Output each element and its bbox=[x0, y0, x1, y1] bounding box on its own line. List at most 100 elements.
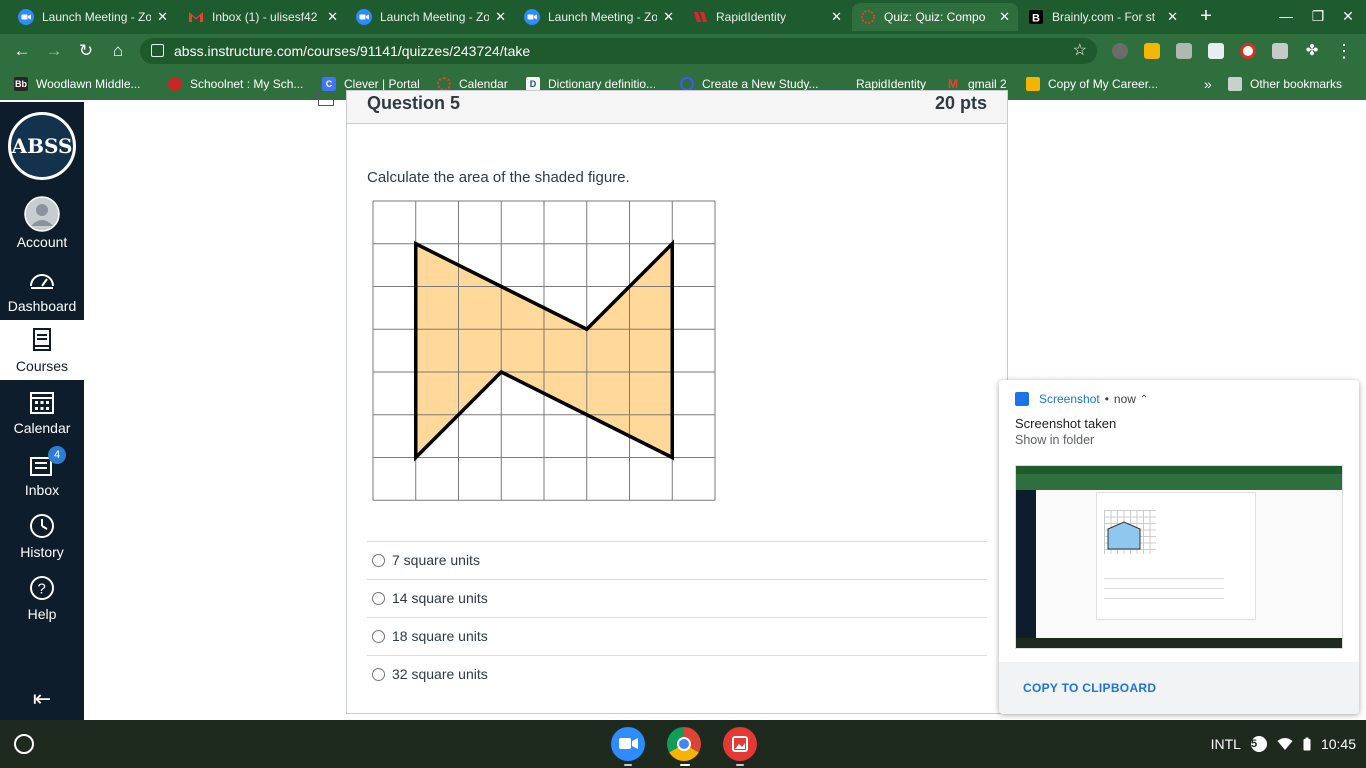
tab-title: Launch Meeting - Zo bbox=[548, 10, 658, 24]
close-tab-icon[interactable]: ✕ bbox=[495, 9, 506, 25]
clock-time[interactable]: 10:45 bbox=[1321, 736, 1356, 752]
question-title: Question 5 bbox=[367, 93, 461, 113]
nav-label: Help bbox=[27, 606, 57, 622]
status-tray[interactable]: INTL 5 10:45 bbox=[1201, 734, 1356, 754]
bookmarks-overflow-button[interactable]: » bbox=[1204, 76, 1212, 92]
chrome-app-icon[interactable] bbox=[667, 727, 701, 761]
bookmark-career[interactable]: Copy of My Career... bbox=[1026, 76, 1158, 92]
menu-dots-icon[interactable]: ⋮ bbox=[1334, 41, 1354, 61]
bookmark-schoolnet[interactable]: Schoolnet : My Sch... bbox=[168, 76, 303, 92]
new-tab-button[interactable]: + bbox=[1196, 6, 1216, 26]
tab-gmail[interactable]: Inbox (1) - ulisesf42 ✕ bbox=[180, 3, 346, 31]
close-window-icon[interactable]: ✕ bbox=[1338, 6, 1358, 26]
brainly-icon: B bbox=[1028, 9, 1044, 25]
tab-launch-meeting-2[interactable]: Launch Meeting - Zo ✕ bbox=[348, 3, 514, 31]
notification-header: Screenshot • now ⌃ bbox=[1015, 392, 1148, 406]
app-running-indicator bbox=[624, 764, 632, 766]
rapididentity-icon bbox=[834, 77, 848, 91]
global-navigation: ABSS Account Dashboard Courses Calendar … bbox=[0, 102, 84, 720]
tab-launch-meeting-1[interactable]: Launch Meeting - Zo ✕ bbox=[10, 3, 176, 31]
close-tab-icon[interactable]: ✕ bbox=[999, 9, 1010, 25]
close-tab-icon[interactable]: ✕ bbox=[327, 9, 338, 25]
bookmark-star-icon[interactable]: ☆ bbox=[1073, 38, 1087, 64]
close-tab-icon[interactable]: ✕ bbox=[663, 9, 674, 25]
copy-to-clipboard-button[interactable]: COPY TO CLIPBOARD bbox=[1023, 681, 1156, 695]
gallery-app-icon[interactable] bbox=[723, 727, 757, 761]
nav-history[interactable]: History bbox=[0, 506, 84, 566]
tab-quiz[interactable]: Quiz: Quiz: Compo ✕ bbox=[852, 3, 1018, 31]
address-bar[interactable]: abss.instructure.com/courses/91141/quizz… bbox=[140, 38, 1097, 64]
restore-icon[interactable]: ❐ bbox=[1308, 6, 1328, 26]
answer-label: 7 square units bbox=[392, 552, 480, 568]
close-tab-icon[interactable]: ✕ bbox=[157, 9, 168, 25]
extension-icon-1[interactable] bbox=[1112, 43, 1128, 59]
nav-help[interactable]: ? Help bbox=[0, 568, 84, 628]
tab-launch-meeting-3[interactable]: Launch Meeting - Zo ✕ bbox=[516, 3, 682, 31]
inbox-unread-badge: 4 bbox=[48, 446, 66, 464]
answer-radio[interactable] bbox=[372, 592, 385, 605]
answer-option[interactable]: 14 square units bbox=[367, 579, 987, 617]
bookmark-label: Create a New Study... bbox=[702, 77, 819, 91]
tab-title: RapidIdentity bbox=[716, 10, 787, 24]
tab-rapididentity[interactable]: RapidIdentity ✕ bbox=[684, 3, 850, 31]
extension-icon-5[interactable] bbox=[1240, 43, 1256, 59]
close-tab-icon[interactable]: ✕ bbox=[831, 9, 842, 25]
screenshot-notification[interactable]: Screenshot • now ⌃ Screenshot taken Show… bbox=[999, 380, 1359, 714]
gmail-icon: M bbox=[948, 77, 958, 91]
url-text: abss.instructure.com/courses/91141/quizz… bbox=[174, 43, 531, 59]
blackboard-icon: Bb bbox=[14, 77, 28, 91]
tab-strip: Launch Meeting - Zo ✕ Inbox (1) - ulises… bbox=[0, 0, 1366, 34]
notification-count-badge[interactable]: 5 bbox=[1250, 736, 1267, 752]
home-icon[interactable]: ⌂ bbox=[108, 41, 128, 61]
help-icon: ? bbox=[30, 576, 54, 600]
tab-title: Brainly.com - For st bbox=[1052, 10, 1156, 24]
answer-label: 18 square units bbox=[392, 628, 488, 644]
answer-option[interactable]: 32 square units bbox=[367, 655, 987, 693]
nav-inbox[interactable]: 4 Inbox bbox=[0, 444, 84, 504]
answer-radio[interactable] bbox=[372, 554, 385, 567]
back-icon[interactable]: ← bbox=[12, 41, 32, 61]
other-bookmarks[interactable]: Other bookmarks bbox=[1228, 76, 1342, 92]
minimize-icon[interactable]: — bbox=[1276, 6, 1296, 26]
question-text: Calculate the area of the shaded figure. bbox=[367, 169, 630, 186]
zoom-app-icon[interactable] bbox=[611, 727, 645, 761]
chevron-up-icon[interactable]: ⌃ bbox=[1140, 394, 1148, 405]
screenshot-thumbnail[interactable] bbox=[1015, 465, 1343, 649]
bookmark-woodlawn[interactable]: Bb Woodlawn Middle... bbox=[14, 76, 141, 92]
schoolnet-icon bbox=[168, 77, 182, 91]
dictionary-icon: D bbox=[526, 77, 540, 91]
launcher-icon[interactable] bbox=[14, 734, 34, 754]
extensions-puzzle-icon[interactable]: ✤ bbox=[1302, 41, 1322, 61]
nav-courses[interactable]: Courses bbox=[0, 320, 84, 380]
close-tab-icon[interactable]: ✕ bbox=[1167, 9, 1178, 25]
answer-option[interactable]: 7 square units bbox=[367, 541, 987, 579]
input-method-label[interactable]: INTL bbox=[1211, 736, 1241, 752]
nav-calendar[interactable]: Calendar bbox=[0, 382, 84, 442]
tab-brainly[interactable]: B Brainly.com - For st ✕ bbox=[1020, 3, 1186, 31]
answer-radio[interactable] bbox=[372, 630, 385, 643]
canvas-calendar-icon bbox=[437, 77, 451, 91]
show-in-folder-link[interactable]: Show in folder bbox=[1015, 433, 1094, 447]
nav-dashboard[interactable]: Dashboard bbox=[0, 260, 84, 320]
notification-separator: • bbox=[1104, 392, 1109, 406]
app-running-indicator bbox=[736, 764, 744, 766]
answer-label: 32 square units bbox=[392, 666, 488, 682]
reload-icon[interactable]: ↻ bbox=[76, 41, 96, 61]
courses-icon bbox=[33, 328, 51, 351]
answer-option[interactable]: 18 square units bbox=[367, 617, 987, 655]
bookmark-label: Woodlawn Middle... bbox=[36, 77, 141, 91]
answer-radio[interactable] bbox=[372, 668, 385, 681]
nav-account[interactable]: Account bbox=[0, 194, 84, 254]
nav-label: History bbox=[20, 544, 64, 560]
tab-title: Launch Meeting - Zo bbox=[380, 10, 490, 24]
extension-icon-2[interactable] bbox=[1144, 43, 1160, 59]
forward-icon[interactable]: → bbox=[44, 41, 64, 61]
extension-icon-3[interactable] bbox=[1176, 43, 1192, 59]
site-info-icon[interactable] bbox=[151, 44, 164, 57]
flag-question-icon[interactable] bbox=[318, 92, 334, 106]
collapse-nav-icon[interactable]: ⇤ bbox=[28, 686, 56, 711]
extension-icon-4[interactable] bbox=[1208, 43, 1224, 59]
history-icon bbox=[30, 514, 54, 538]
abss-logo[interactable]: ABSS bbox=[8, 112, 76, 180]
extension-icon-6[interactable] bbox=[1272, 43, 1288, 59]
